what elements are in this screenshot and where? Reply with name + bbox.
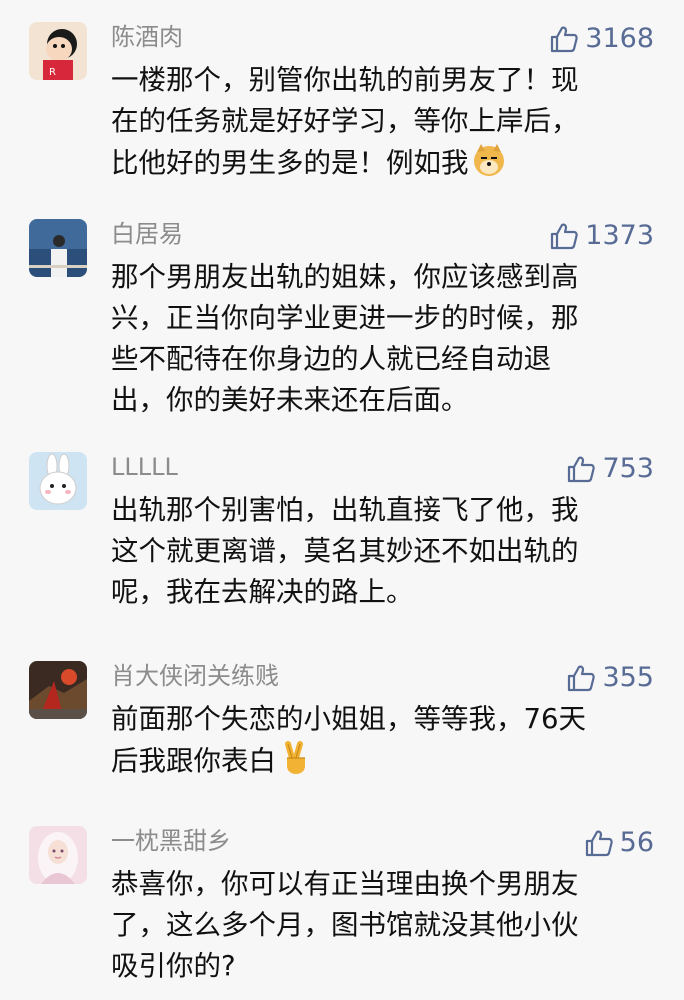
comment-text: 前面那个失恋的小姐姐，等等我，76天 后我跟你表白	[111, 699, 647, 782]
avatar[interactable]	[29, 826, 87, 884]
like-count: 3168	[585, 23, 654, 54]
comment-text: 一楼那个，别管你出轨的前男友了！现 在的任务就是好好学习，等你上岸后， 比他好的…	[111, 60, 647, 184]
thumbs-up-icon	[549, 221, 579, 251]
username[interactable]: 白居易	[111, 219, 183, 249]
comment-text-body: 一楼那个，别管你出轨的前男友了！现 在的任务就是好好学习，等你上岸后， 比他好的…	[111, 64, 579, 179]
username[interactable]: 一枕黑甜乡	[111, 826, 231, 856]
like-count: 355	[602, 662, 654, 693]
like-button[interactable]: 355	[566, 661, 654, 695]
victory-hand-emoji	[278, 740, 314, 776]
comment-text: 那个男朋友出轨的姐妹，你应该感到高 兴，正当你向学业更进一步的时候，那 些不配待…	[111, 261, 579, 416]
like-count: 56	[619, 827, 654, 858]
comment-text: 恭喜你，你可以有正当理由换个男朋友 了，这么多个月，图书馆就没其他小伙 吸引你的…	[111, 868, 579, 982]
username[interactable]: 肖大侠闭关练贱	[111, 661, 279, 691]
thumbs-up-icon	[549, 24, 579, 54]
comment-text: 出轨那个别害怕，出轨直接飞了他，我 这个就更离谱，莫名其妙还不如出轨的 呢，我在…	[111, 494, 579, 608]
like-button[interactable]: 56	[584, 826, 654, 860]
like-button[interactable]: 753	[566, 452, 654, 486]
avatar[interactable]	[29, 219, 87, 277]
like-button[interactable]: 1373	[549, 219, 654, 253]
svg-text:R: R	[49, 67, 56, 78]
comment-text-body: 前面那个失恋的小姐姐，等等我，76天 后我跟你表白	[111, 703, 586, 777]
username[interactable]: 陈酒肉	[111, 22, 183, 52]
like-count: 753	[602, 453, 654, 484]
avatar[interactable]	[29, 452, 87, 510]
username[interactable]: LLLLL	[111, 452, 178, 482]
doge-emoji	[471, 142, 507, 178]
thumbs-up-icon	[566, 454, 596, 484]
thumbs-up-icon	[584, 828, 614, 858]
avatar[interactable]: R	[29, 22, 87, 80]
thumbs-up-icon	[566, 663, 596, 693]
avatar[interactable]	[29, 661, 87, 719]
like-count: 1373	[585, 220, 654, 251]
like-button[interactable]: 3168	[549, 22, 654, 56]
